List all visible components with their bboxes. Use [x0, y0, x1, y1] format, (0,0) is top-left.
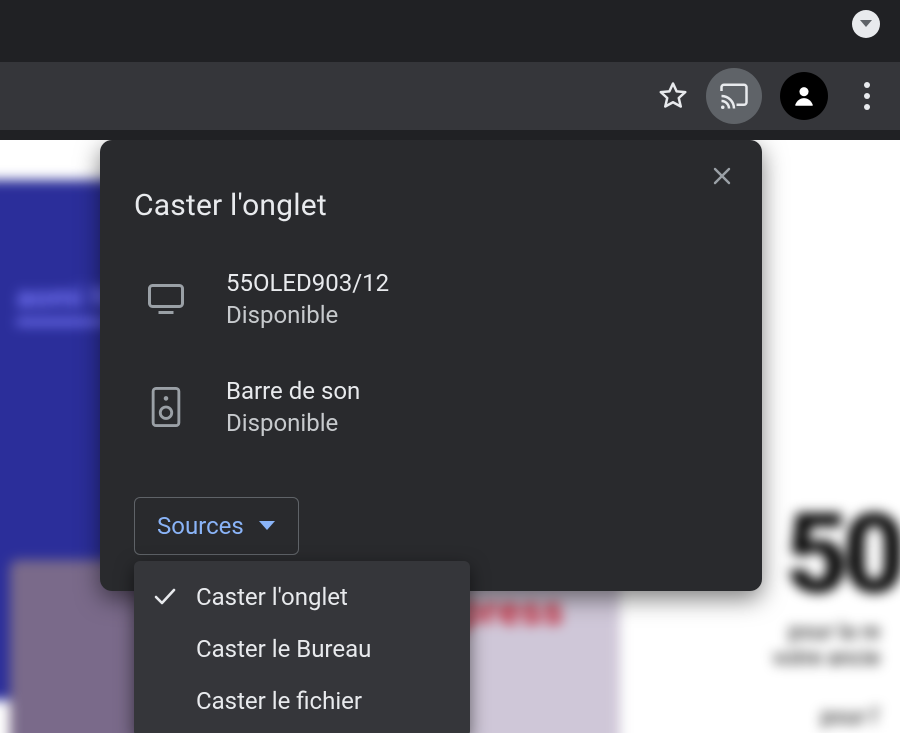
toolbar-gap	[0, 48, 900, 62]
background-banner-text: aomi N	[16, 280, 112, 315]
close-icon	[712, 166, 732, 186]
chevron-down-icon	[258, 520, 276, 532]
device-status: Disponible	[226, 409, 360, 437]
cast-device-list: 55OLED903/12 Disponible Barre de son Dis…	[134, 269, 728, 437]
profile-avatar-button[interactable]	[780, 72, 828, 120]
cast-device-row[interactable]: 55OLED903/12 Disponible	[146, 269, 728, 329]
sources-dropdown-button[interactable]: Sources	[134, 497, 299, 555]
cast-device-row[interactable]: Barre de son Disponible	[146, 377, 728, 437]
background-red-text: press	[460, 587, 564, 634]
sources-menu: Caster l'onglet Caster le Bureau Caster …	[134, 561, 470, 733]
sources-button-label: Sources	[157, 512, 244, 540]
window-titlebar	[0, 0, 900, 48]
device-status: Disponible	[226, 301, 389, 329]
cast-popup: Caster l'onglet 55OLED903/12 Disponible …	[100, 140, 762, 591]
page-viewport: aomi N press 50 pour la re votre ancie p…	[0, 140, 900, 733]
sources-menu-item-label: Caster le Bureau	[196, 635, 371, 663]
browser-toolbar	[0, 62, 900, 130]
cast-toolbar-button[interactable]	[706, 68, 762, 124]
speaker-icon	[146, 387, 186, 427]
device-name: Barre de son	[226, 377, 360, 405]
ad-line-2: votre ancie	[773, 646, 880, 672]
bookmark-star-icon[interactable]	[658, 81, 688, 111]
tv-icon	[146, 284, 186, 314]
ad-big-number: 50	[785, 490, 900, 619]
sources-menu-item-label: Caster le fichier	[196, 687, 362, 715]
kebab-menu-icon[interactable]	[852, 82, 882, 110]
ad-line-3: pour l'	[821, 705, 880, 730]
sources-menu-item-cast-desktop[interactable]: Caster le Bureau	[134, 623, 470, 675]
sources-menu-item-cast-file[interactable]: Caster le fichier	[134, 675, 470, 727]
close-button[interactable]	[708, 162, 736, 190]
tab-dropdown-button[interactable]	[852, 10, 880, 38]
device-name: 55OLED903/12	[226, 269, 389, 297]
cast-popup-title: Caster l'onglet	[134, 188, 728, 223]
sources-menu-item-label: Caster l'onglet	[196, 583, 348, 611]
sources-menu-item-cast-tab[interactable]: Caster l'onglet	[134, 571, 470, 623]
check-icon	[152, 588, 178, 606]
ad-line-1: pour la re	[773, 620, 880, 646]
toolbar-shadow	[0, 130, 900, 140]
